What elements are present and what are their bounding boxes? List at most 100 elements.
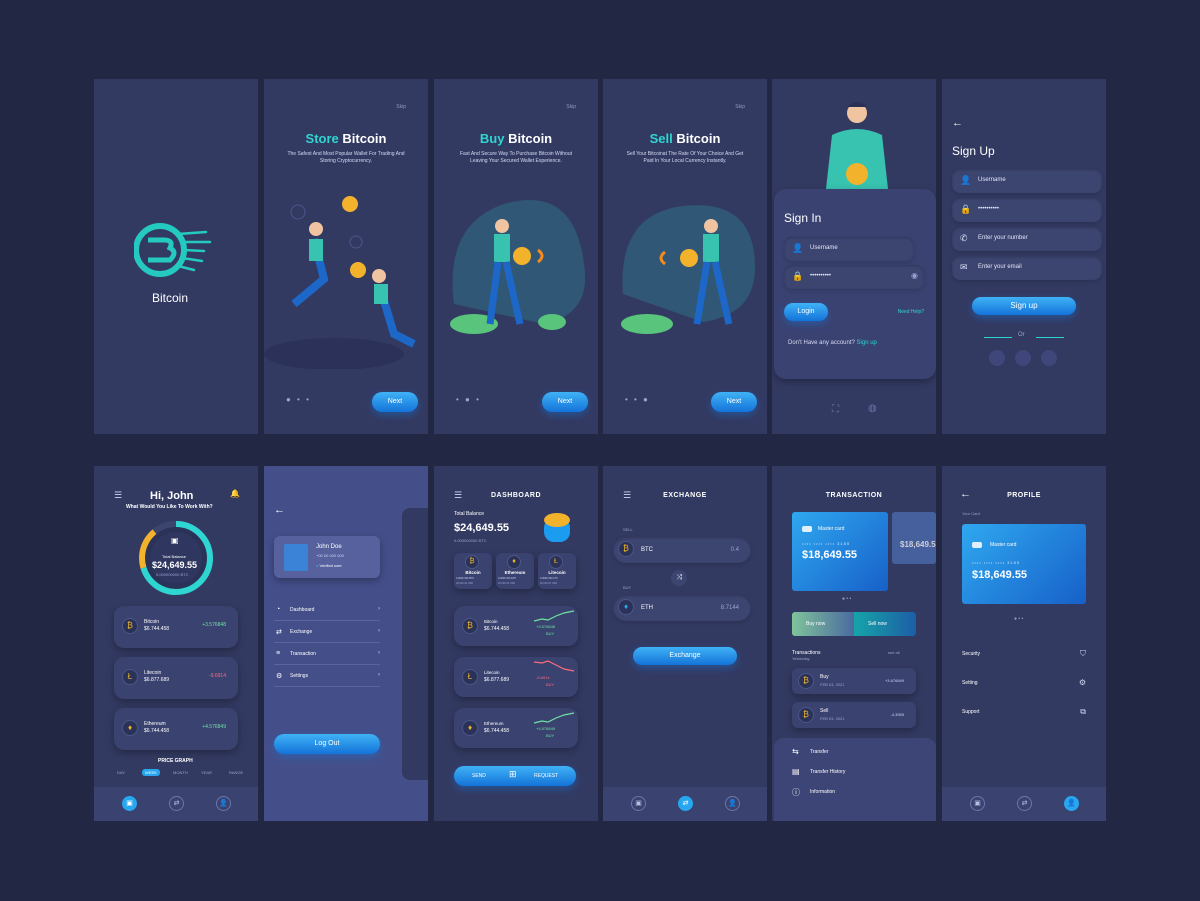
coin-change: +4.576849 xyxy=(202,724,226,730)
menu-icon[interactable]: ☰ xyxy=(114,490,122,501)
bell-icon[interactable]: 🔔 xyxy=(230,489,240,498)
profile-nav-icon[interactable]: 👤 xyxy=(725,796,740,811)
wallet-nav-icon[interactable]: ▣ xyxy=(122,796,137,811)
next-button[interactable]: Next xyxy=(711,392,757,412)
side-menu-item[interactable]: ⚙ Settings › xyxy=(274,667,380,687)
coin-trend-card[interactable]: ₿ Bitcoin $6.744.458 +3.576848 BUY xyxy=(454,606,578,646)
social-twitter-button[interactable] xyxy=(1041,350,1057,366)
buy-now-button[interactable]: Buy now xyxy=(792,612,854,636)
sell-currency-field[interactable]: ₿ BTC 0.4 xyxy=(613,537,751,563)
range-tab[interactable]: WEEK xyxy=(142,769,160,776)
profile-menu-item[interactable]: Support ⧉ xyxy=(962,706,1086,720)
sell-now-button[interactable]: Sell now xyxy=(854,612,916,636)
buy-link[interactable]: BUY xyxy=(546,733,554,738)
profile-nav-icon[interactable]: 👤 xyxy=(216,796,231,811)
exchange-nav-icon[interactable]: ⇄ xyxy=(169,796,184,811)
qr-icon[interactable]: ⊞ xyxy=(509,769,517,780)
username-field[interactable]: 👤 Username xyxy=(784,237,914,261)
password-field[interactable]: 🔒 •••••••••• ◉ xyxy=(784,265,924,289)
exchange-nav-icon[interactable]: ⇄ xyxy=(678,796,693,811)
coin-trend-card[interactable]: ♦ Ethereum $6.744.458 +4.576849 BUY xyxy=(454,708,578,748)
coin-summary-card[interactable]: ♦ Ethereum 0.0000 000 ETH 00,000.00 USD xyxy=(496,553,534,589)
profile-menu-item[interactable]: Security ⛉ xyxy=(962,648,1086,662)
next-button[interactable]: Next xyxy=(372,392,418,412)
profile-nav-icon[interactable]: 👤 xyxy=(1064,796,1079,811)
history-icon: ▤ xyxy=(792,767,800,776)
coin-card[interactable]: ♦ Ethereum $6.744.458 +4.576849 xyxy=(114,708,238,750)
eye-icon[interactable]: ◉ xyxy=(911,271,918,280)
side-menu-label: Exchange xyxy=(290,629,313,635)
coin-summary-card[interactable]: Ł Litecoin 0.0000 000 LTC 00,000.00 USD xyxy=(538,553,576,589)
action-sheet-item[interactable]: ⇆ Transfer xyxy=(792,746,912,760)
action-sheet-item[interactable]: ▤ Transfer History xyxy=(792,766,912,780)
next-button[interactable]: Next xyxy=(542,392,588,412)
profile-menu-label: Support xyxy=(962,709,980,715)
range-tab[interactable]: MONTH xyxy=(170,769,191,776)
wallet-nav-icon[interactable]: ▣ xyxy=(970,796,985,811)
password-field[interactable]: 🔒 •••••••••• xyxy=(952,198,1102,222)
request-button[interactable]: REQUEST xyxy=(534,773,558,779)
master-card[interactable]: Master card •••• •••• •••• 3185 $18,649.… xyxy=(792,512,888,591)
transaction-row[interactable]: ₿ Buy FEB 03, 2021 +3.676849 xyxy=(792,668,916,694)
range-tab[interactable]: DAY xyxy=(114,769,128,776)
master-card[interactable]: Master card •••• •••• •••• 3185 $18,649.… xyxy=(962,524,1086,604)
splash-title: Bitcoin xyxy=(152,291,189,305)
card-name: Master card xyxy=(990,542,1017,548)
total-balance-value: $24,649.55 xyxy=(152,560,198,570)
phone-field[interactable]: ✆ Enter your number xyxy=(952,227,1102,251)
range-tab[interactable]: RANGE xyxy=(226,769,246,776)
back-arrow-icon[interactable]: ← xyxy=(952,117,963,129)
fingerprint-icon[interactable]: ◍ xyxy=(868,403,877,414)
card-name: Master card xyxy=(818,526,845,532)
action-sheet-label: Information xyxy=(810,789,836,795)
next-card-preview[interactable]: $18,649.55 xyxy=(892,512,936,564)
coin-summary-card[interactable]: ₿ Bitcoin 0.0000 000 BTC 00,000.00 USD xyxy=(454,553,492,589)
trend-sparkline xyxy=(534,712,574,724)
signup-button[interactable]: Sign up xyxy=(972,297,1076,315)
coin-card[interactable]: ₿ Bitcoin $6.744.458 +3.576848 xyxy=(114,606,238,648)
social-facebook-button[interactable] xyxy=(1015,350,1031,366)
transaction-icon: ≡ xyxy=(276,650,281,657)
coin-name: Ethereum xyxy=(504,570,526,575)
wallet-icon: ▣ xyxy=(171,536,179,545)
password-value: •••••••••• xyxy=(978,206,1000,212)
transfer-icon: ⇆ xyxy=(792,747,799,756)
buy-link[interactable]: BUY xyxy=(546,682,554,687)
transaction-row[interactable]: ₿ Sell FEB 03, 2021 -4.3955 xyxy=(792,702,916,728)
side-menu-item[interactable]: ≡ Transaction › xyxy=(274,645,380,665)
skip-link[interactable]: Skip xyxy=(396,104,406,110)
coin-trend-card[interactable]: Ł Litecoin $6.877.689 -5.6914 BUY xyxy=(454,657,578,697)
username-field[interactable]: 👤 Username xyxy=(952,169,1102,193)
logout-button[interactable]: Log Out xyxy=(274,734,380,754)
lock-icon: 🔒 xyxy=(960,204,972,214)
buy-currency-field[interactable]: ♦ ETH 8.7144 xyxy=(613,595,751,621)
back-arrow-icon[interactable]: ← xyxy=(274,504,285,516)
send-button[interactable]: SEND xyxy=(472,773,486,779)
wallet-nav-icon[interactable]: ▣ xyxy=(631,796,646,811)
sell-illustration xyxy=(621,205,756,334)
side-menu-item[interactable]: ⇄ Exchange › xyxy=(274,623,380,643)
coin-name: Bitcoin xyxy=(144,619,160,625)
buy-link[interactable]: BUY xyxy=(546,631,554,636)
swap-icon[interactable]: ⤨ xyxy=(671,570,687,586)
coin-change: +3.576848 xyxy=(202,622,226,628)
skip-link[interactable]: Skip xyxy=(735,104,745,110)
action-sheet-item[interactable]: ⓘ Information xyxy=(792,786,912,800)
exchange-nav-icon[interactable]: ⇄ xyxy=(1017,796,1032,811)
sell-now-label: Sell now xyxy=(868,621,887,627)
face-id-icon[interactable]: ⛶ xyxy=(832,404,839,415)
email-field[interactable]: ✉ Enter your email xyxy=(952,256,1102,280)
see-all-link[interactable]: see all xyxy=(888,650,900,655)
need-help-link[interactable]: Need Help? xyxy=(898,309,924,315)
social-google-button[interactable] xyxy=(989,350,1005,366)
exchange-button[interactable]: Exchange xyxy=(633,647,737,665)
profile-menu-item[interactable]: Setting ⚙ xyxy=(962,677,1086,691)
side-menu-item[interactable]: ◔ Dashboard › xyxy=(274,601,380,621)
coin-card[interactable]: Ł Litecoin $6.877.689 -9.6914 xyxy=(114,657,238,699)
total-balance-value: $24,649.55 xyxy=(454,522,510,534)
login-button[interactable]: Login xyxy=(784,303,828,321)
skip-link[interactable]: Skip xyxy=(566,104,576,110)
range-tab[interactable]: YEAR xyxy=(198,769,215,776)
signup-link[interactable]: Sign up xyxy=(857,340,877,346)
card-number: •••• •••• •••• 3185 xyxy=(802,541,851,546)
